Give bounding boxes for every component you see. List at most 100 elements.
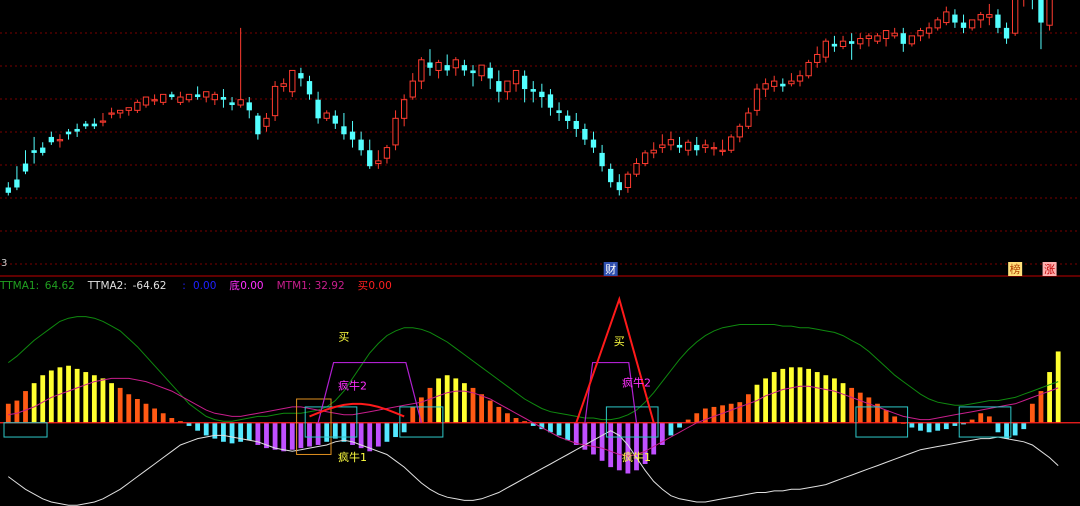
histogram-bar bbox=[315, 422, 321, 445]
candle-body bbox=[736, 125, 743, 138]
candle-body bbox=[255, 115, 261, 135]
candle-body bbox=[865, 35, 873, 40]
candle bbox=[271, 81, 279, 121]
indicator-header: TTMA1: 64.62 TTMA2: -64.62:0.00 底 0.00 MTM1: 32… bbox=[0, 279, 392, 292]
candle-body bbox=[762, 83, 769, 90]
candle-body bbox=[539, 91, 545, 98]
histogram-bar bbox=[152, 408, 157, 423]
histogram-bar bbox=[1038, 391, 1044, 423]
candle-body bbox=[40, 147, 46, 153]
candle-body bbox=[56, 139, 64, 142]
histogram-bar bbox=[298, 422, 304, 449]
histogram-bar bbox=[461, 383, 467, 423]
histogram-bar bbox=[840, 383, 846, 423]
candle-body bbox=[805, 61, 812, 77]
histogram-bar bbox=[728, 403, 734, 423]
indicator-header-label: 买 bbox=[358, 280, 369, 292]
candle-body bbox=[986, 14, 993, 18]
candle-body bbox=[22, 163, 29, 172]
histogram-bar bbox=[272, 422, 278, 450]
candle-body bbox=[1038, 0, 1044, 23]
histogram-bar bbox=[737, 402, 743, 423]
histogram-bar bbox=[694, 413, 700, 423]
histogram-bar bbox=[986, 416, 992, 423]
candle-body bbox=[1046, 0, 1053, 26]
histogram-bar bbox=[849, 387, 855, 423]
signal-annotation: 买 bbox=[338, 330, 349, 343]
histogram-bar bbox=[573, 422, 579, 445]
candle-body bbox=[435, 61, 442, 71]
candle-body bbox=[263, 117, 270, 127]
indicator-header-value: 32.92 bbox=[315, 280, 345, 292]
candle-body bbox=[504, 80, 511, 93]
candle-body bbox=[814, 53, 821, 63]
histogram-bar bbox=[83, 372, 89, 423]
histogram-bar bbox=[40, 375, 46, 423]
histogram-bar bbox=[229, 422, 235, 444]
histogram-bar bbox=[1021, 422, 1027, 430]
histogram-bar bbox=[195, 422, 201, 431]
candle-body bbox=[521, 75, 528, 90]
signal-annotation: 买 bbox=[614, 335, 625, 348]
candle bbox=[728, 134, 735, 153]
candle-body bbox=[728, 136, 735, 151]
candle-body bbox=[556, 110, 562, 113]
event-tag-label: 财 bbox=[605, 262, 616, 276]
candle-body bbox=[91, 123, 98, 127]
candle-body bbox=[952, 14, 958, 23]
histogram-bar bbox=[832, 378, 837, 423]
indicator-header-value: -64.62 bbox=[133, 280, 167, 292]
histogram-bar bbox=[436, 378, 441, 423]
candle-body bbox=[788, 80, 795, 85]
candle-body bbox=[900, 33, 906, 44]
candle-body bbox=[409, 80, 416, 98]
candle-body bbox=[599, 152, 605, 167]
candle-body bbox=[908, 35, 916, 45]
candle-body bbox=[470, 70, 476, 74]
candle-body bbox=[194, 94, 201, 98]
candle-body bbox=[745, 112, 752, 127]
histogram-bar bbox=[599, 422, 605, 461]
candle-body bbox=[367, 150, 373, 167]
histogram-bar bbox=[341, 422, 347, 442]
candle-body bbox=[848, 41, 855, 44]
candle-body bbox=[177, 96, 184, 103]
candle-body bbox=[134, 101, 141, 111]
candle-body bbox=[590, 139, 597, 148]
candle-body bbox=[694, 144, 700, 151]
candle-body bbox=[710, 147, 718, 150]
histogram-bar bbox=[384, 422, 390, 442]
event-tag: 财 bbox=[603, 262, 618, 276]
histogram-bar bbox=[14, 400, 20, 423]
signal-annotation: 疯牛1 bbox=[622, 450, 651, 464]
candle-body bbox=[925, 27, 933, 34]
histogram-bar bbox=[1055, 351, 1061, 423]
event-tag: 榜 bbox=[1008, 262, 1023, 276]
histogram-bar bbox=[281, 422, 287, 452]
candle-body bbox=[203, 91, 210, 98]
candle-body bbox=[659, 144, 666, 149]
candle-body bbox=[332, 115, 338, 124]
histogram-bar bbox=[31, 383, 37, 423]
histogram-bar bbox=[763, 378, 768, 423]
candle-body bbox=[444, 65, 450, 71]
candle-body bbox=[582, 128, 588, 140]
event-tag-label: 涨 bbox=[1044, 263, 1055, 276]
candle-body bbox=[780, 83, 786, 87]
histogram-bar bbox=[160, 413, 166, 423]
histogram-bar bbox=[375, 422, 381, 447]
candle-body bbox=[995, 14, 1001, 28]
histogram-bar bbox=[591, 422, 596, 455]
candle-body bbox=[796, 75, 804, 82]
histogram-bar bbox=[814, 372, 820, 423]
histogram-bar bbox=[169, 418, 175, 423]
candle-body bbox=[14, 179, 20, 188]
candle-body bbox=[633, 163, 640, 175]
candle-body bbox=[48, 136, 54, 143]
candle-body bbox=[117, 109, 124, 114]
candle-body bbox=[392, 117, 399, 146]
candle-body bbox=[315, 99, 321, 119]
candle-body bbox=[271, 85, 279, 117]
candle-body bbox=[573, 120, 579, 129]
histogram-bar bbox=[117, 387, 123, 423]
